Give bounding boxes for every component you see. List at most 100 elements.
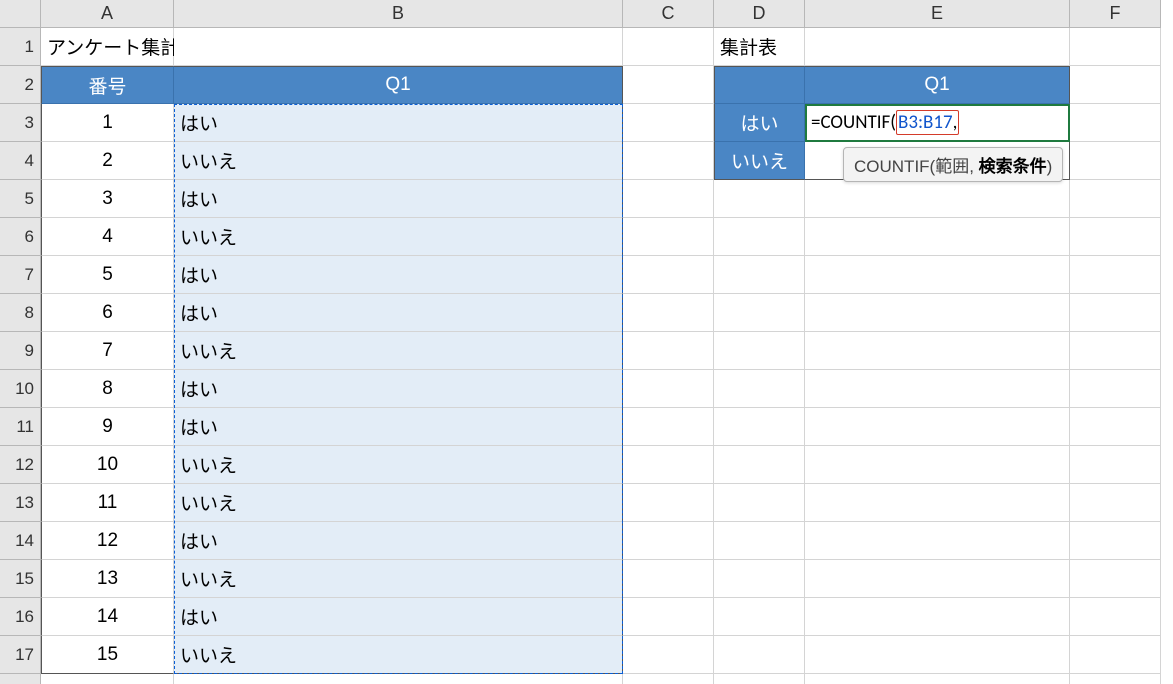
cell-F9[interactable] <box>1070 332 1161 370</box>
cell-C9[interactable] <box>623 332 714 370</box>
cell-A10[interactable]: 8 <box>41 370 174 408</box>
col-header-F[interactable]: F <box>1070 0 1161 28</box>
cell-B4[interactable]: いいえ <box>174 142 623 180</box>
cell-E14[interactable] <box>805 522 1070 560</box>
row-header[interactable]: 10 <box>0 370 41 408</box>
cell-F6[interactable] <box>1070 218 1161 256</box>
cell-A13[interactable]: 11 <box>41 484 174 522</box>
cell-A14[interactable]: 12 <box>41 522 174 560</box>
cell-E5[interactable] <box>805 180 1070 218</box>
cell-A9[interactable]: 7 <box>41 332 174 370</box>
cell-F10[interactable] <box>1070 370 1161 408</box>
cell-C17[interactable] <box>623 636 714 674</box>
cell-B7[interactable]: はい <box>174 256 623 294</box>
cell-C15[interactable] <box>623 560 714 598</box>
cell-A11[interactable]: 9 <box>41 408 174 446</box>
cell-E17[interactable] <box>805 636 1070 674</box>
cell-B17[interactable]: いいえ <box>174 636 623 674</box>
cell-E11[interactable] <box>805 408 1070 446</box>
cell-F7[interactable] <box>1070 256 1161 294</box>
cell-D2[interactable] <box>714 66 805 104</box>
cell-E8[interactable] <box>805 294 1070 332</box>
cell-C14[interactable] <box>623 522 714 560</box>
cell-D13[interactable] <box>714 484 805 522</box>
row-header[interactable]: 15 <box>0 560 41 598</box>
cell-A16[interactable]: 14 <box>41 598 174 636</box>
cell-D14[interactable] <box>714 522 805 560</box>
row-header[interactable]: 3 <box>0 104 41 142</box>
cell-E15[interactable] <box>805 560 1070 598</box>
cell-C12[interactable] <box>623 446 714 484</box>
cell-D16[interactable] <box>714 598 805 636</box>
cell-B11[interactable]: はい <box>174 408 623 446</box>
cell-A15[interactable]: 13 <box>41 560 174 598</box>
cell-F4[interactable] <box>1070 142 1161 180</box>
row-header[interactable]: 1 <box>0 28 41 66</box>
cell-F12[interactable] <box>1070 446 1161 484</box>
cell-A4[interactable]: 2 <box>41 142 174 180</box>
cell-B15[interactable]: いいえ <box>174 560 623 598</box>
cell-F11[interactable] <box>1070 408 1161 446</box>
cell-D1[interactable]: 集計表 <box>714 28 805 66</box>
cell-A1[interactable]: アンケート集計表 <box>41 28 174 66</box>
cell-C10[interactable] <box>623 370 714 408</box>
row-header[interactable]: 12 <box>0 446 41 484</box>
cell-B16[interactable]: はい <box>174 598 623 636</box>
cell-F2[interactable] <box>1070 66 1161 104</box>
cell-C7[interactable] <box>623 256 714 294</box>
cell-A17[interactable]: 15 <box>41 636 174 674</box>
cell-B13[interactable]: いいえ <box>174 484 623 522</box>
cell-C8[interactable] <box>623 294 714 332</box>
row-header[interactable]: 2 <box>0 66 41 104</box>
col-header-A[interactable]: A <box>41 0 174 28</box>
cell-B1[interactable] <box>174 28 623 66</box>
cell-D3[interactable]: はい <box>714 104 805 142</box>
cell-B9[interactable]: いいえ <box>174 332 623 370</box>
cell-E7[interactable] <box>805 256 1070 294</box>
cell-D15[interactable] <box>714 560 805 598</box>
cell-A3[interactable]: 1 <box>41 104 174 142</box>
col-header-C[interactable]: C <box>623 0 714 28</box>
row-header[interactable]: 9 <box>0 332 41 370</box>
row-header[interactable]: 11 <box>0 408 41 446</box>
cell-A6[interactable]: 4 <box>41 218 174 256</box>
row-header[interactable]: 14 <box>0 522 41 560</box>
cell-A18[interactable] <box>41 674 174 684</box>
cell-B10[interactable]: はい <box>174 370 623 408</box>
cell-B2[interactable]: Q1 <box>174 66 623 104</box>
cell-E16[interactable] <box>805 598 1070 636</box>
cell-E10[interactable] <box>805 370 1070 408</box>
cell-B8[interactable]: はい <box>174 294 623 332</box>
cell-D6[interactable] <box>714 218 805 256</box>
row-header[interactable]: 6 <box>0 218 41 256</box>
cell-C6[interactable] <box>623 218 714 256</box>
cell-F16[interactable] <box>1070 598 1161 636</box>
cell-E1[interactable] <box>805 28 1070 66</box>
cell-C18[interactable] <box>623 674 714 684</box>
cell-C3[interactable] <box>623 104 714 142</box>
cell-B6[interactable]: いいえ <box>174 218 623 256</box>
row-header[interactable]: 17 <box>0 636 41 674</box>
cell-F15[interactable] <box>1070 560 1161 598</box>
cell-E6[interactable] <box>805 218 1070 256</box>
cell-B14[interactable]: はい <box>174 522 623 560</box>
cell-F1[interactable] <box>1070 28 1161 66</box>
col-header-E[interactable]: E <box>805 0 1070 28</box>
cell-E12[interactable] <box>805 446 1070 484</box>
cell-C11[interactable] <box>623 408 714 446</box>
cell-F3[interactable] <box>1070 104 1161 142</box>
cell-D5[interactable] <box>714 180 805 218</box>
cell-D9[interactable] <box>714 332 805 370</box>
cell-D4[interactable]: いいえ <box>714 142 805 180</box>
cell-C5[interactable] <box>623 180 714 218</box>
cell-E9[interactable] <box>805 332 1070 370</box>
cell-F5[interactable] <box>1070 180 1161 218</box>
cell-E2[interactable]: Q1 <box>805 66 1070 104</box>
cell-D17[interactable] <box>714 636 805 674</box>
cell-D7[interactable] <box>714 256 805 294</box>
cell-F8[interactable] <box>1070 294 1161 332</box>
cell-A8[interactable]: 6 <box>41 294 174 332</box>
row-header[interactable]: 5 <box>0 180 41 218</box>
cell-D11[interactable] <box>714 408 805 446</box>
row-header[interactable]: 7 <box>0 256 41 294</box>
